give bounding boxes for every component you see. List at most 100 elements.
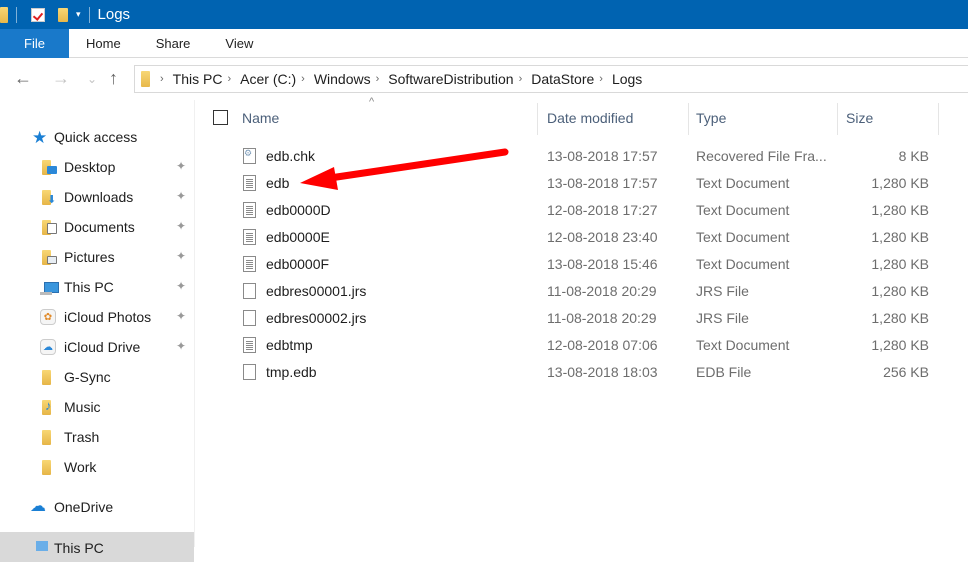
desktop-folder-icon	[42, 160, 57, 175]
sidebar-item-downloads[interactable]: ⬇ Downloads ✦	[0, 182, 194, 212]
file-type: Text Document	[696, 337, 790, 353]
pin-icon[interactable]: ✦	[176, 159, 186, 173]
tab-view[interactable]: View	[207, 36, 270, 51]
pin-icon[interactable]: ✦	[176, 279, 186, 293]
sidebar-item-trash[interactable]: Trash	[0, 422, 194, 452]
file-size: 1,280 KB	[871, 283, 929, 299]
file-name: edb0000D	[266, 202, 331, 218]
recent-locations-button[interactable]: ⌄	[87, 72, 97, 86]
sidebar-item-g-sync[interactable]: G-Sync	[0, 362, 194, 392]
file-type: JRS File	[696, 310, 749, 326]
tab-home[interactable]: Home	[69, 36, 138, 51]
file-size: 1,280 KB	[871, 175, 929, 191]
properties-icon[interactable]	[31, 7, 45, 22]
sidebar-item-label: Trash	[64, 429, 100, 445]
address-bar[interactable]: › This PC › Acer (C:) › Windows › Softwa…	[134, 65, 968, 93]
select-all-checkbox[interactable]	[213, 110, 228, 125]
sidebar-item-label: Music	[64, 399, 101, 415]
file-size: 1,280 KB	[871, 337, 929, 353]
breadcrumb-logs[interactable]: Logs	[612, 71, 642, 87]
pin-icon[interactable]: ✦	[176, 189, 186, 203]
file-row[interactable]: edbres00002.jrs 11-08-2018 20:29 JRS Fil…	[195, 305, 968, 332]
breadcrumb-windows[interactable]: Windows	[314, 71, 371, 87]
sidebar-item-icloud-photos[interactable]: ✿ iCloud Photos ✦	[0, 302, 194, 332]
sidebar-item-label: G-Sync	[64, 369, 111, 385]
sidebar-item-label: This PC	[64, 279, 114, 295]
up-button[interactable]: ↑	[109, 68, 118, 89]
icloud-photos-icon: ✿	[40, 309, 56, 325]
pin-icon[interactable]: ✦	[176, 309, 186, 323]
text-document-icon	[243, 256, 256, 272]
onedrive-cloud-icon: ☁	[30, 498, 46, 515]
breadcrumb-separator[interactable]: ›	[599, 73, 603, 85]
sidebar-item-onedrive[interactable]: ☁ OneDrive	[0, 492, 194, 522]
sidebar-item-quick-access[interactable]: ★ Quick access	[0, 122, 194, 152]
customize-dropdown-icon[interactable]: ▾	[76, 9, 81, 20]
file-row[interactable]: edb0000D 12-08-2018 17:27 Text Document …	[195, 197, 968, 224]
window-title: Logs	[97, 6, 131, 23]
file-size: 1,280 KB	[871, 310, 929, 326]
column-header-type[interactable]: Type	[696, 110, 726, 126]
column-header-name[interactable]: Name	[242, 110, 279, 126]
file-name: edb0000F	[266, 256, 330, 272]
file-date: 12-08-2018 07:06	[547, 337, 658, 353]
sidebar-item-icloud-drive[interactable]: ☁ iCloud Drive ✦	[0, 332, 194, 362]
sidebar-item-music[interactable]: ♪ Music	[0, 392, 194, 422]
breadcrumb-datastore[interactable]: DataStore	[531, 71, 594, 87]
sidebar-item-work[interactable]: Work	[0, 452, 194, 482]
file-name: edb0000E	[266, 229, 330, 245]
title-bar: ▾ Logs	[0, 0, 968, 29]
sidebar-item-this-pc[interactable]: This PC	[0, 532, 194, 562]
navigation-bar: ← → ⌄ ↑ › This PC › Acer (C:) › Windows …	[0, 58, 968, 100]
file-type: Text Document	[696, 175, 790, 191]
new-folder-icon[interactable]	[58, 7, 68, 22]
breadcrumb-acer-c[interactable]: Acer (C:)	[240, 71, 296, 87]
file-name: edb.chk	[266, 148, 316, 164]
breadcrumb-separator[interactable]: ›	[301, 73, 305, 85]
sidebar-item-this-pc-pinned[interactable]: This PC ✦	[0, 272, 194, 302]
pictures-folder-icon	[42, 250, 57, 265]
star-icon: ★	[32, 128, 48, 147]
column-resize-handle[interactable]	[837, 103, 838, 135]
breadcrumb-separator[interactable]: ›	[519, 73, 523, 85]
file-type: JRS File	[696, 283, 749, 299]
file-row[interactable]: edbres00001.jrs 11-08-2018 20:29 JRS Fil…	[195, 278, 968, 305]
back-button[interactable]: ←	[14, 68, 32, 89]
pin-icon[interactable]: ✦	[176, 219, 186, 233]
column-header-size[interactable]: Size	[846, 110, 873, 126]
pin-icon[interactable]: ✦	[176, 339, 186, 353]
tab-share[interactable]: Share	[138, 36, 208, 51]
sidebar-item-label: Quick access	[54, 129, 138, 145]
file-row[interactable]: edb0000E 12-08-2018 23:40 Text Document …	[195, 224, 968, 251]
sidebar-item-label: Pictures	[64, 249, 115, 265]
column-header-row: ^ Name Date modified Type Size	[195, 96, 968, 138]
sidebar-item-documents[interactable]: Documents ✦	[0, 212, 194, 242]
documents-folder-icon	[42, 220, 57, 235]
breadcrumb-this-pc[interactable]: This PC	[173, 71, 223, 87]
pin-icon[interactable]: ✦	[176, 249, 186, 263]
file-row[interactable]: edbtmp 12-08-2018 07:06 Text Document 1,…	[195, 332, 968, 359]
column-header-date-modified[interactable]: Date modified	[547, 110, 633, 126]
breadcrumb-softwaredistribution[interactable]: SoftwareDistribution	[388, 71, 513, 87]
column-resize-handle[interactable]	[537, 103, 538, 135]
folder-icon	[42, 430, 51, 445]
file-type: Text Document	[696, 229, 790, 245]
sidebar-item-label: Downloads	[64, 189, 134, 205]
file-row[interactable]: edb 13-08-2018 17:57 Text Document 1,280…	[195, 170, 968, 197]
forward-button[interactable]: →	[52, 68, 70, 89]
sidebar-item-label: This PC	[54, 540, 104, 556]
folder-icon[interactable]	[0, 6, 8, 23]
file-row[interactable]: edb.chk 13-08-2018 17:57 Recovered File …	[195, 143, 968, 170]
file-row[interactable]: tmp.edb 13-08-2018 18:03 EDB File 256 KB	[195, 359, 968, 386]
navigation-pane: ★ Quick access Desktop ✦ ⬇ Downloads ✦ D…	[0, 100, 194, 562]
tab-file[interactable]: File	[0, 28, 69, 58]
column-resize-handle[interactable]	[938, 103, 939, 135]
breadcrumb-separator[interactable]: ›	[160, 73, 164, 85]
sidebar-item-label: Documents	[64, 219, 135, 235]
sidebar-item-desktop[interactable]: Desktop ✦	[0, 152, 194, 182]
column-resize-handle[interactable]	[688, 103, 689, 135]
breadcrumb-separator[interactable]: ›	[376, 73, 380, 85]
sidebar-item-pictures[interactable]: Pictures ✦	[0, 242, 194, 272]
breadcrumb-separator[interactable]: ›	[227, 73, 231, 85]
file-row[interactable]: edb0000F 13-08-2018 15:46 Text Document …	[195, 251, 968, 278]
